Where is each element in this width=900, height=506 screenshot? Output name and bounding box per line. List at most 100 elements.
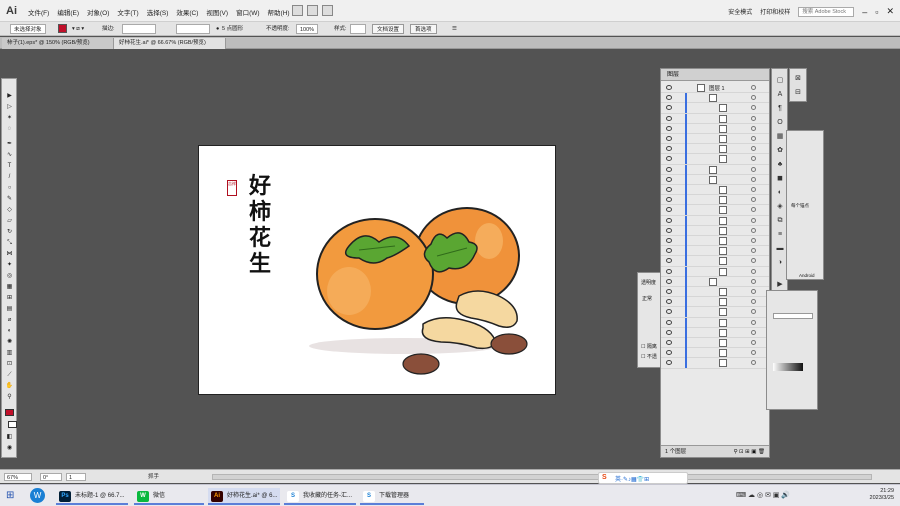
blend-tool-icon[interactable]: ◐ <box>5 328 14 335</box>
transparency-icon[interactable]: ◑ <box>775 259 785 267</box>
close-icon[interactable]: ✕ <box>886 6 894 17</box>
taskbar-app-2[interactable]: W 微信 <box>134 488 204 505</box>
direct-selection-tool-icon[interactable]: ▷ <box>5 104 14 111</box>
stroke-weight-field[interactable] <box>122 24 156 34</box>
symbols-icon[interactable]: ♣ <box>775 161 785 169</box>
perspective-grid-tool-icon[interactable]: ▦ <box>5 284 14 291</box>
taskbar-app-4[interactable]: S 我收藏的任务-汇... <box>284 488 356 505</box>
visibility-eye-icon[interactable] <box>666 258 672 264</box>
layer-row[interactable] <box>661 215 769 226</box>
layer-footer-icons[interactable]: ⚲ ⊡ ⊞ ▣ 🗑 <box>733 446 765 458</box>
visibility-eye-icon[interactable] <box>666 156 672 162</box>
visibility-eye-icon[interactable] <box>666 166 672 172</box>
target-circle-icon[interactable] <box>751 340 756 345</box>
layer-row[interactable] <box>661 256 769 267</box>
gradient-tool-icon[interactable]: ▤ <box>5 306 14 313</box>
column-graph-tool-icon[interactable]: ▥ <box>5 350 14 357</box>
character-icon[interactable]: A <box>775 91 785 99</box>
eyedropper-tool-icon[interactable]: ⌀ <box>5 317 14 324</box>
layer-row[interactable] <box>661 276 769 287</box>
visibility-eye-icon[interactable] <box>666 309 672 315</box>
width-tool-icon[interactable]: ⋈ <box>5 251 14 258</box>
target-circle-icon[interactable] <box>751 146 756 152</box>
paragraph-icon[interactable]: ¶ <box>775 105 785 113</box>
swatches-icon[interactable]: ▦ <box>775 133 785 141</box>
tab-document-1[interactable]: 柿子(1).eps* @ 150% (RGB/预览) <box>2 38 114 49</box>
layer-row[interactable] <box>661 338 769 349</box>
gradient-icon[interactable]: ▬ <box>775 245 785 253</box>
target-circle-icon[interactable] <box>751 187 756 192</box>
layer-row[interactable] <box>661 123 769 134</box>
brush-definition[interactable]: 5 点圆形 <box>222 24 243 34</box>
sogou-logo-icon[interactable]: S <box>602 474 607 481</box>
visibility-eye-icon[interactable] <box>666 227 672 233</box>
stroke-color-icon[interactable] <box>8 421 17 428</box>
artboards-icon[interactable]: ▢ <box>775 77 785 85</box>
fill-color-icon[interactable] <box>5 409 14 416</box>
taskbar-app-5[interactable]: S 下载管理器 <box>360 488 424 505</box>
menu-effect[interactable]: 效果(C) <box>176 7 198 17</box>
visibility-eye-icon[interactable] <box>666 197 672 203</box>
menu-view[interactable]: 视图(V) <box>206 7 228 17</box>
layer-row[interactable] <box>661 225 769 236</box>
layer-row[interactable] <box>661 327 769 338</box>
shape-builder-tool-icon[interactable]: ◎ <box>5 273 14 280</box>
target-circle-icon[interactable] <box>751 197 756 203</box>
visibility-eye-icon[interactable] <box>666 85 672 90</box>
layer-row[interactable] <box>661 134 769 145</box>
visibility-eye-icon[interactable] <box>666 248 672 254</box>
magic-wand-tool-icon[interactable]: ✶ <box>5 115 14 122</box>
brushes-icon[interactable]: ✿ <box>775 147 785 155</box>
system-clock[interactable]: 21:29 2023/3/25 <box>870 488 894 502</box>
visibility-eye-icon[interactable] <box>666 278 672 284</box>
visibility-eye-icon[interactable] <box>666 360 672 366</box>
blend-mode-dropdown[interactable]: 正常 <box>642 295 652 302</box>
type-tool-icon[interactable]: T <box>5 163 14 170</box>
opacity-field[interactable]: 100% <box>296 24 319 34</box>
selection-tool-icon[interactable]: ▶ <box>5 93 14 100</box>
target-circle-icon[interactable] <box>751 136 756 141</box>
visibility-eye-icon[interactable] <box>666 340 672 345</box>
minimize-icon[interactable]: – <box>862 7 867 17</box>
visibility-eye-icon[interactable] <box>666 289 672 294</box>
target-circle-icon[interactable] <box>751 105 756 111</box>
links-icon[interactable]: ⧉ <box>775 217 785 225</box>
taskbar-app-1[interactable]: Ps 未标题-1 @ 66.7... <box>56 488 128 505</box>
menu-type[interactable]: 文字(T) <box>117 7 138 17</box>
ellipse-tool-icon[interactable]: ○ <box>5 185 14 192</box>
layer-row[interactable] <box>661 358 769 369</box>
visibility-eye-icon[interactable] <box>666 217 672 223</box>
rotation-field[interactable]: 0° <box>40 473 62 481</box>
visibility-eye-icon[interactable] <box>666 95 672 101</box>
target-circle-icon[interactable] <box>751 85 756 90</box>
print-preview[interactable]: 打印和校样 <box>760 7 790 16</box>
color-mode-icon[interactable]: ◧ <box>5 434 14 441</box>
slice-tool-icon[interactable]: ⟋ <box>5 372 14 379</box>
puppet-warp-tool-icon[interactable]: ✦ <box>5 262 14 269</box>
tab-document-2[interactable]: 好柿花生.ai* @ 66.67% (RGB/预览) <box>114 38 226 49</box>
rotate-tool-icon[interactable]: ↻ <box>5 229 14 236</box>
draw-mode-icon[interactable]: ◉ <box>5 445 14 452</box>
start-button-icon[interactable]: ⊞ <box>6 490 14 501</box>
target-circle-icon[interactable] <box>751 238 756 243</box>
visibility-eye-icon[interactable] <box>666 329 672 335</box>
fill-swatch[interactable] <box>58 24 67 34</box>
artboard-tool-icon[interactable]: ⊡ <box>5 361 14 368</box>
transform-icon[interactable]: ⊠ <box>793 75 803 83</box>
target-circle-icon[interactable] <box>751 319 756 325</box>
shaper-tool-icon[interactable]: ◇ <box>5 207 14 214</box>
symbol-sprayer-tool-icon[interactable]: ✺ <box>5 339 14 346</box>
layer-row[interactable] <box>661 317 769 328</box>
menu-window[interactable]: 窗口(W) <box>236 7 259 17</box>
target-circle-icon[interactable] <box>751 268 756 274</box>
visibility-eye-icon[interactable] <box>666 319 672 325</box>
arrange-documents-icon[interactable] <box>322 5 333 16</box>
target-circle-icon[interactable] <box>751 299 756 305</box>
layer-row[interactable] <box>661 297 769 308</box>
stock-search-input[interactable]: 搜索 Adobe Stock <box>798 6 855 17</box>
graphic-styles-icon[interactable]: ◼ <box>775 175 785 183</box>
align-icon[interactable]: ⊟ <box>793 89 803 97</box>
menu-object[interactable]: 对象(O) <box>87 7 109 17</box>
target-circle-icon[interactable] <box>751 115 756 121</box>
visibility-eye-icon[interactable] <box>666 146 672 152</box>
